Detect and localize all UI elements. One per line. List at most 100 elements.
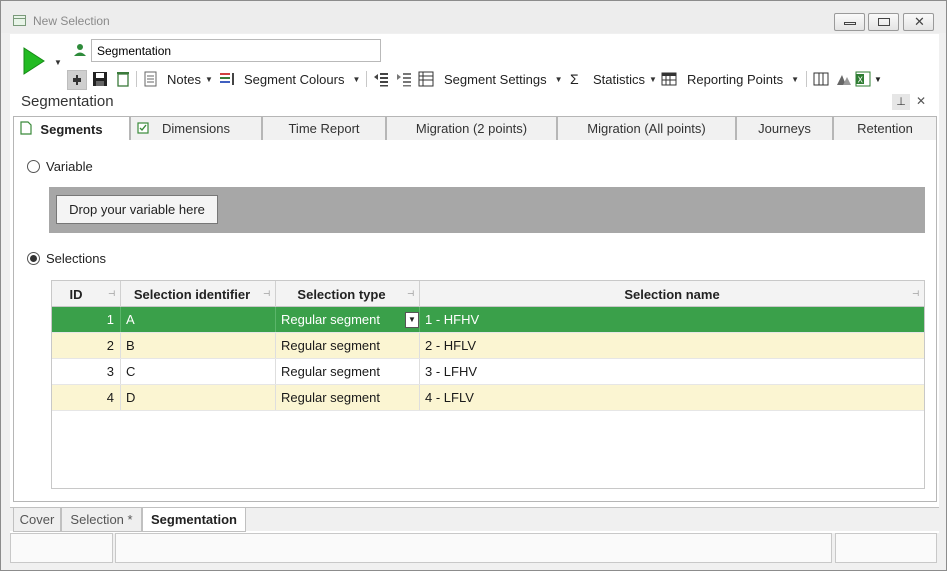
cell-type-value: Regular segment — [281, 312, 380, 327]
document-tab-strip: Cover Selection * Segmentation — [10, 507, 939, 532]
main-content: ▼ Notes▼ Segment Colours▼ — [10, 34, 939, 563]
maximize-button[interactable] — [868, 13, 899, 31]
maximize-icon — [878, 18, 890, 26]
app-window: New Selection ✕ ▼ Notes▼ — [0, 0, 947, 571]
cell-identifier[interactable]: C — [121, 359, 276, 384]
pin-icon[interactable]: ⊣ — [263, 289, 270, 298]
cell-type[interactable]: Regular segment — [276, 359, 420, 384]
table-row[interactable]: 3 C Regular segment 3 - LFHV — [52, 359, 924, 385]
notes-icon — [144, 71, 157, 87]
doc-tab-cover[interactable]: Cover — [13, 508, 61, 532]
cell-id: 2 — [52, 333, 121, 358]
cell-type[interactable]: Regular segment ▼ — [276, 307, 420, 332]
doc-tab-selection[interactable]: Selection * — [61, 508, 142, 532]
statistics-menu[interactable]: Statistics ▼ — [593, 68, 657, 90]
save-icon[interactable] — [92, 71, 108, 87]
chevron-down-icon: ▼ — [791, 74, 800, 84]
status-pane — [835, 533, 937, 563]
cell-type[interactable]: Regular segment — [276, 333, 420, 358]
panel-pin-icon[interactable]: ⊥ — [892, 94, 910, 110]
segment-colours-menu[interactable]: Segment Colours ▼ — [244, 68, 360, 90]
sigma-icon: Σ — [570, 71, 579, 87]
cell-name[interactable]: 1 - HFHV — [420, 307, 924, 332]
reporting-points-menu[interactable]: Reporting Points ▼ — [687, 68, 799, 90]
panel-close-icon[interactable]: ✕ — [916, 94, 926, 108]
reporting-points-icon — [661, 72, 677, 86]
window-title: New Selection — [33, 14, 110, 28]
column-header-name[interactable]: Selection name ⊣ — [420, 281, 924, 307]
chevron-down-icon: ▼ — [649, 74, 657, 84]
tab-segments[interactable]: Segments — [13, 116, 130, 141]
selection-name-input[interactable] — [91, 39, 381, 62]
status-pane — [10, 533, 113, 563]
type-dropdown-button[interactable]: ▼ — [405, 312, 419, 328]
document-icon — [20, 121, 32, 135]
excel-export-icon[interactable]: X — [855, 71, 871, 87]
segments-panel: Variable Drop your variable here Selecti… — [13, 140, 937, 502]
cell-name[interactable]: 2 - HFLV — [420, 333, 924, 358]
cell-name[interactable]: 4 - LFLV — [420, 385, 924, 410]
column-header-id[interactable]: ID ⊣ — [52, 281, 121, 307]
pin-icon[interactable]: ⊣ — [407, 289, 414, 298]
toolbar-separator — [366, 71, 367, 87]
pin-icon — [73, 75, 81, 85]
tab-journeys[interactable]: Journeys — [736, 116, 833, 140]
pin-toggle-button[interactable] — [67, 70, 87, 90]
table-row[interactable]: 4 D Regular segment 4 - LFLV — [52, 385, 924, 411]
tab-label: Migration (All points) — [587, 121, 706, 136]
columns-icon[interactable] — [813, 71, 829, 87]
window-icon — [13, 15, 26, 26]
delete-icon[interactable] — [115, 71, 131, 87]
tab-label: Migration (2 points) — [415, 121, 528, 136]
cell-identifier[interactable]: B — [121, 333, 276, 358]
segment-settings-menu[interactable]: Segment Settings ▼ — [444, 68, 563, 90]
chevron-down-icon[interactable]: ▼ — [874, 68, 882, 90]
cell-identifier[interactable]: D — [121, 385, 276, 410]
title-bar: New Selection ✕ — [1, 1, 946, 33]
minimize-icon — [844, 22, 856, 25]
status-bar — [10, 533, 939, 563]
pin-icon[interactable]: ⊣ — [108, 289, 115, 298]
cell-id: 4 — [52, 385, 121, 410]
status-pane — [115, 533, 832, 563]
variable-label: Variable — [46, 159, 93, 174]
close-icon: ✕ — [914, 14, 925, 29]
drop-variable-button[interactable]: Drop your variable here — [56, 195, 218, 224]
close-button[interactable]: ✕ — [903, 13, 934, 31]
variable-radio[interactable] — [27, 160, 40, 173]
minimize-button[interactable] — [834, 13, 865, 31]
segment-colours-label: Segment Colours — [244, 71, 345, 87]
table-row[interactable]: 1 A Regular segment ▼ 1 - HFHV — [52, 307, 924, 333]
column-header-type[interactable]: Selection type ⊣ — [276, 281, 420, 307]
tab-migration-all-points[interactable]: Migration (All points) — [557, 116, 736, 140]
selections-radio[interactable] — [27, 252, 40, 265]
cell-identifier[interactable]: A — [121, 307, 276, 332]
tab-retention[interactable]: Retention — [833, 116, 937, 140]
cell-type[interactable]: Regular segment — [276, 385, 420, 410]
run-dropdown-icon[interactable]: ▼ — [54, 58, 62, 67]
cell-id: 3 — [52, 359, 121, 384]
tab-label: Dimensions — [162, 121, 230, 136]
tab-dimensions[interactable]: Dimensions — [130, 116, 262, 140]
column-header-identifier[interactable]: Selection identifier ⊣ — [121, 281, 276, 307]
variable-drop-zone[interactable]: Drop your variable here — [49, 187, 925, 233]
doc-tab-segmentation[interactable]: Segmentation — [142, 508, 246, 532]
panel-title: Segmentation — [21, 93, 114, 110]
segment-settings-label: Segment Settings — [444, 71, 547, 87]
tab-label: Time Report — [288, 121, 360, 136]
move-up-icon[interactable] — [373, 71, 389, 87]
move-down-icon[interactable] — [396, 71, 412, 87]
cell-id: 1 — [52, 307, 121, 332]
notes-label: Notes — [167, 71, 201, 87]
pin-icon[interactable]: ⊣ — [912, 289, 919, 298]
table-row[interactable]: 2 B Regular segment 2 - HFLV — [52, 333, 924, 359]
cell-name[interactable]: 3 - LFHV — [420, 359, 924, 384]
column-header-label: Selection identifier — [133, 286, 251, 302]
chart-icon[interactable] — [836, 71, 852, 87]
tab-time-report[interactable]: Time Report — [262, 116, 386, 140]
tab-migration-2-points[interactable]: Migration (2 points) — [386, 116, 557, 140]
notes-menu[interactable]: Notes ▼ — [167, 68, 213, 90]
run-button[interactable] — [22, 46, 46, 76]
statistics-label: Statistics — [593, 71, 646, 87]
chevron-down-icon: ▼ — [554, 74, 563, 84]
